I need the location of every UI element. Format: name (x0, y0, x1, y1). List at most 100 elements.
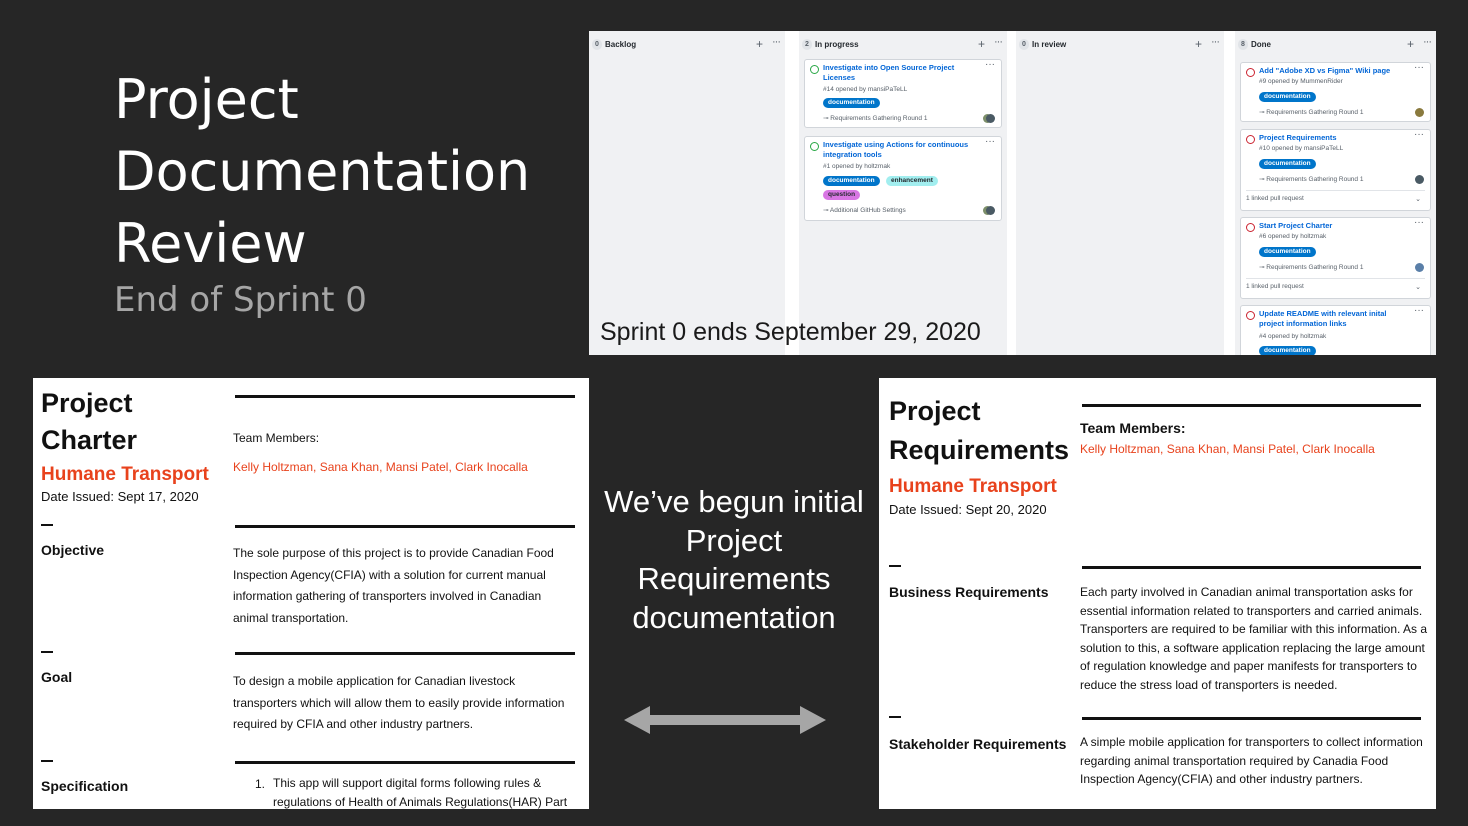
add-card-icon[interactable]: + (1407, 37, 1414, 51)
team-members-label: Team Members: (233, 431, 320, 445)
objective-heading: Objective (41, 542, 105, 558)
requirements-title-line2: Requirements (889, 435, 1070, 465)
closed-issue-icon (1246, 68, 1255, 77)
stakeholder-requirements-body: A simple mobile application for transpor… (1080, 735, 1423, 787)
project-board: 0 Backlog + ··· 2 In progress + ··· Inve… (589, 31, 1436, 355)
double-arrow-icon (624, 706, 826, 734)
divider (235, 525, 575, 528)
card-menu-icon[interactable]: ··· (1414, 217, 1424, 228)
chevron-down-icon[interactable]: ⌄ (1415, 283, 1421, 291)
column-title: Done (1251, 40, 1271, 49)
label-documentation[interactable]: documentation (823, 176, 880, 186)
add-card-icon[interactable]: + (756, 37, 763, 51)
progress-statement: We’ve begun initial Project Requirements… (604, 484, 864, 635)
column-menu-icon[interactable]: ··· (1211, 36, 1220, 48)
add-card-icon[interactable]: + (1195, 37, 1202, 51)
business-requirements-body: Each party involved in Canadian animal t… (1080, 585, 1428, 692)
issue-title[interactable]: Add "Adobe XD vs Figma" Wiki page (1259, 66, 1408, 76)
column-backlog: 0 Backlog + ··· (589, 31, 785, 355)
card-menu-icon[interactable]: ··· (1414, 305, 1424, 316)
charter-project-name: Humane Transport (41, 464, 209, 485)
team-members-label: Team Members: (1080, 420, 1186, 436)
milestone-name: Requirements Gathering Round 1 (1266, 109, 1364, 116)
column-in-review: 0 In review + ··· (1016, 31, 1224, 355)
label-documentation[interactable]: documentation (1259, 159, 1316, 169)
issue-title[interactable]: Investigate using Actions for continuous… (823, 140, 979, 160)
divider (1082, 717, 1421, 720)
milestone-name: Requirements Gathering Round 1 (1266, 264, 1364, 271)
milestone-icon: ⊸ (823, 207, 830, 214)
issue-title[interactable]: Start Project Charter (1259, 221, 1408, 231)
column-count: 0 (592, 39, 602, 50)
specification-number: 1. (255, 777, 266, 791)
issue-meta: #6 opened by holtzmak (1259, 233, 1327, 240)
slide-title: Project Documentation Review (114, 68, 531, 275)
issue-card[interactable]: Investigate into Open Source Project Lic… (804, 59, 1002, 128)
issue-meta: #1 opened by holtzmak (823, 163, 891, 170)
issue-card[interactable]: Add "Adobe XD vs Figma" Wiki page ··· #9… (1240, 62, 1431, 122)
card-menu-icon[interactable]: ··· (985, 136, 995, 147)
specification-heading: Specification (41, 778, 129, 794)
issue-card[interactable]: Update README with relevant inital proje… (1240, 305, 1431, 355)
linked-pr-text: 1 linked pull request (1246, 195, 1304, 202)
goal-body: To design a mobile application for Canad… (233, 674, 565, 731)
card-menu-icon[interactable]: ··· (1414, 62, 1424, 73)
label-documentation[interactable]: documentation (1259, 346, 1316, 355)
avatar (1415, 175, 1424, 184)
divider (889, 565, 901, 567)
milestone-name: Requirements Gathering Round 1 (1266, 176, 1364, 183)
label-question[interactable]: question (823, 190, 861, 200)
chevron-down-icon[interactable]: ⌄ (1415, 195, 1421, 203)
milestone-name: Additional GitHub Settings (829, 207, 906, 214)
requirements-project-name: Humane Transport (889, 476, 1057, 497)
column-count: 2 (802, 39, 812, 50)
issue-meta: #9 opened by MummenRider (1259, 78, 1343, 85)
issue-meta: #10 opened by mansiPaTeLL (1259, 145, 1344, 152)
specification-body: This app will support digital forms foll… (273, 776, 568, 809)
divider (41, 651, 53, 653)
avatar (1415, 263, 1424, 272)
issue-card[interactable]: Investigate using Actions for continuous… (804, 136, 1002, 221)
issue-title[interactable]: Project Requirements (1259, 133, 1408, 143)
goal-heading: Goal (41, 669, 73, 685)
open-issue-icon (810, 142, 819, 151)
label-documentation[interactable]: documentation (823, 98, 880, 108)
requirements-title-line1: Project (889, 396, 981, 426)
milestone: ⊸ Requirements Gathering Round 1 (823, 114, 927, 122)
divider (1082, 404, 1421, 407)
divider (235, 652, 575, 655)
column-title: In progress (815, 40, 859, 49)
card-menu-icon[interactable]: ··· (985, 59, 995, 70)
avatar (1415, 108, 1424, 117)
divider (41, 760, 53, 762)
team-members-names: Kelly Holtzman, Sana Khan, Mansi Patel, … (1080, 442, 1375, 456)
column-menu-icon[interactable]: ··· (772, 36, 781, 48)
issue-title[interactable]: Update README with relevant inital proje… (1259, 309, 1408, 329)
label-enhancement[interactable]: enhancement (886, 176, 938, 186)
add-card-icon[interactable]: + (978, 37, 985, 51)
card-menu-icon[interactable]: ··· (1414, 129, 1424, 140)
divider (235, 761, 575, 764)
closed-issue-icon (1246, 311, 1255, 320)
closed-issue-icon (1246, 223, 1255, 232)
issue-title[interactable]: Investigate into Open Source Project Lic… (823, 63, 979, 83)
issue-card[interactable]: Start Project Charter ··· #6 opened by h… (1240, 217, 1431, 299)
column-title: In review (1032, 40, 1067, 49)
milestone-name: Requirements Gathering Round 1 (830, 115, 928, 122)
column-menu-icon[interactable]: ··· (994, 36, 1003, 48)
issue-card[interactable]: Project Requirements ··· #10 opened by m… (1240, 129, 1431, 211)
divider (1082, 566, 1421, 569)
linked-pull-request[interactable]: 1 linked pull request ⌄ (1246, 190, 1425, 203)
milestone: ⊸ Requirements Gathering Round 1 (1259, 175, 1363, 183)
label-documentation[interactable]: documentation (1259, 92, 1316, 102)
label-documentation[interactable]: documentation (1259, 247, 1316, 257)
milestone: ⊸ Requirements Gathering Round 1 (1259, 263, 1363, 271)
column-menu-icon[interactable]: ··· (1423, 36, 1432, 48)
objective-body: The sole purpose of this project is to p… (233, 546, 554, 625)
avatar (986, 206, 995, 215)
business-requirements-heading: Business Requirements (889, 584, 1049, 600)
charter-title-line2: Charter (41, 425, 138, 455)
column-in-progress: 2 In progress + ··· Investigate into Ope… (799, 31, 1007, 355)
issue-meta: #4 opened by holtzmak (1259, 333, 1327, 340)
linked-pull-request[interactable]: 1 linked pull request ⌄ (1246, 278, 1425, 291)
